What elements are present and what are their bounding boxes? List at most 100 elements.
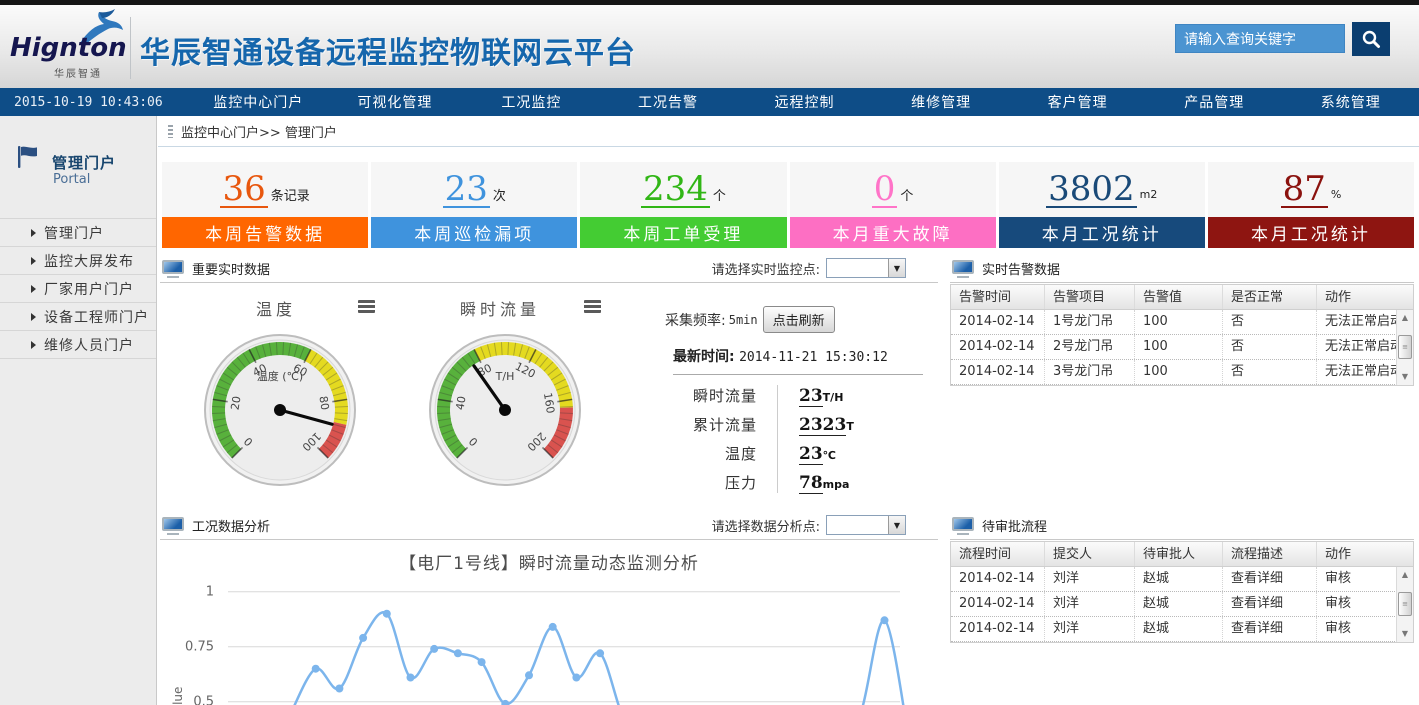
- chevron-down-icon: ▼: [888, 259, 905, 277]
- stat-unit: m2: [1140, 188, 1158, 201]
- nav-item-condition-alarm[interactable]: 工况告警: [600, 92, 737, 112]
- search-input[interactable]: [1175, 24, 1345, 53]
- nav-item-product[interactable]: 产品管理: [1146, 92, 1283, 112]
- nav-item-visualization[interactable]: 可视化管理: [327, 92, 464, 112]
- stat-value: 87: [1281, 172, 1328, 208]
- reading-label: 压力: [650, 472, 757, 493]
- arrow-right-icon: [31, 313, 36, 321]
- hamburger-menu-icon[interactable]: [584, 300, 601, 313]
- nav-item-system[interactable]: 系统管理: [1283, 92, 1419, 112]
- scroll-up-icon[interactable]: ▲: [1397, 568, 1413, 582]
- stat-unit: 个: [900, 185, 913, 204]
- analysis-point-select-label: 请选择数据分析点:: [712, 516, 820, 535]
- logo-subtext: 华辰智通: [54, 65, 102, 80]
- stat-unit: 条记录: [271, 185, 310, 204]
- divider: [673, 374, 923, 375]
- sidebar-item-label: 监控大屏发布: [44, 251, 134, 271]
- arrow-right-icon: [31, 341, 36, 349]
- column-header: 待审批人: [1135, 542, 1223, 566]
- table-scrollbar[interactable]: ▲ ≡ ▼: [1396, 567, 1413, 642]
- chevron-down-icon: ▼: [888, 516, 905, 534]
- monitor-icon: [162, 517, 184, 533]
- analysis-panel-header: 工况数据分析 请选择数据分析点: ▼: [160, 511, 938, 540]
- sidebar-subtitle: Portal: [53, 172, 90, 187]
- sidebar-item-engineer-portal[interactable]: 设备工程师门户: [0, 302, 156, 330]
- table-row[interactable]: 2014-02-14 刘洋 赵城 查看详细 审核: [951, 567, 1413, 592]
- reading-row-total-flow: 累计流量 2323T: [650, 410, 930, 439]
- stat-label-bar[interactable]: 本周工单受理: [580, 217, 786, 248]
- search-button[interactable]: [1352, 22, 1390, 56]
- scroll-down-icon[interactable]: ▼: [1397, 370, 1413, 384]
- svg-text:0.5: 0.5: [193, 695, 214, 705]
- reading-row-flow: 瞬时流量 23T/H: [650, 381, 930, 410]
- sidebar-item-label: 维修人员门户: [44, 335, 134, 355]
- logo-text: Hignton: [10, 33, 127, 63]
- nav-item-monitoring-center[interactable]: 监控中心门户: [190, 92, 327, 112]
- alarm-panel-header: 实时告警数据: [950, 254, 1414, 283]
- svg-text:40: 40: [454, 395, 469, 411]
- frequency-label: 采集频率:: [665, 310, 726, 330]
- reading-value: 23: [799, 444, 823, 465]
- readings-list: 瞬时流量 23T/H 累计流量 2323T 温度 23℃ 压力 78mpa: [650, 381, 930, 497]
- reading-value: 78: [799, 473, 823, 494]
- sidebar: 管理门户 Portal 管理门户 监控大屏发布 厂家用户门户 设备工程师门户: [0, 116, 157, 705]
- nav-item-maintenance[interactable]: 维修管理: [873, 92, 1010, 112]
- nav-item-remote-control[interactable]: 远程控制: [736, 92, 873, 112]
- navbar-timestamp: 2015-10-19 10:43:06: [0, 95, 190, 110]
- stat-cards-row: 36 条记录 本周告警数据 23 次 本周巡检漏项 234 个 本周工单受理: [162, 162, 1414, 248]
- right-section: 实时告警数据 告警时间 告警项目 告警值 是否正常 动作 2014-02-14 …: [950, 254, 1414, 705]
- column-header: 告警时间: [951, 285, 1045, 309]
- table-scrollbar[interactable]: ▲ ≡ ▼: [1396, 310, 1413, 385]
- nav-item-customer[interactable]: 客户管理: [1009, 92, 1146, 112]
- reading-row-pressure: 压力 78mpa: [650, 468, 930, 497]
- column-header: 流程描述: [1223, 542, 1317, 566]
- stat-value: 23: [443, 172, 490, 208]
- gauge-title-flow: 瞬时流量: [460, 296, 540, 320]
- monitor-point-select[interactable]: ▼: [826, 258, 906, 278]
- monitor-icon: [162, 260, 184, 276]
- stat-label-bar[interactable]: 本周巡检漏项: [371, 217, 577, 248]
- table-row[interactable]: 2014-02-14 2号龙门吊 100 否 无法正常启动: [951, 335, 1413, 360]
- table-row[interactable]: 2014-02-14 3号龙门吊 100 否 无法正常启动: [951, 360, 1413, 385]
- reading-label: 温度: [650, 443, 757, 464]
- scrollbar-thumb[interactable]: ≡: [1398, 335, 1412, 359]
- scroll-up-icon[interactable]: ▲: [1397, 311, 1413, 325]
- table-row[interactable]: 2014-02-14 1号龙门吊 100 否 无法正常启动: [951, 310, 1413, 335]
- reading-row-temperature: 温度 23℃: [650, 439, 930, 468]
- svg-text:0.75: 0.75: [185, 640, 214, 655]
- table-row[interactable]: 2014-02-14 刘洋 赵城 查看详细 审核: [951, 617, 1413, 642]
- stat-value: 3802: [1046, 172, 1137, 208]
- page-title: 华辰智通设备远程监控物联网云平台: [140, 28, 636, 72]
- stat-label-bar[interactable]: 本月工况统计: [1208, 217, 1414, 248]
- stat-card-monthly-condition-pct: 87 % 本月工况统计: [1208, 162, 1414, 248]
- scroll-down-icon[interactable]: ▼: [1397, 627, 1413, 641]
- sidebar-item-repair-portal[interactable]: 维修人员门户: [0, 330, 156, 358]
- reading-unit: ℃: [823, 449, 836, 462]
- sidebar-item-admin-portal[interactable]: 管理门户: [0, 218, 156, 246]
- panel-title: 实时告警数据: [982, 259, 1060, 278]
- nav-item-condition-monitor[interactable]: 工况监控: [463, 92, 600, 112]
- realtime-data-section: 重要实时数据 请选择实时监控点: ▼ 温度 瞬时流量 020406080100温…: [160, 254, 938, 705]
- flag-icon: [15, 144, 41, 170]
- stat-card-monthly-condition-m2: 3802 m2 本月工况统计: [999, 162, 1205, 248]
- sidebar-menu: 管理门户 监控大屏发布 厂家用户门户 设备工程师门户 维修人员门户: [0, 218, 156, 359]
- reading-value: 23: [799, 386, 823, 407]
- sidebar-item-screen-publish[interactable]: 监控大屏发布: [0, 246, 156, 274]
- sidebar-item-factory-portal[interactable]: 厂家用户门户: [0, 274, 156, 302]
- analysis-point-select[interactable]: ▼: [826, 515, 906, 535]
- refresh-button[interactable]: 点击刷新: [763, 306, 835, 333]
- logo: Hignton 华辰智通: [10, 11, 130, 83]
- table-row[interactable]: 2014-02-14 刘洋 赵城 查看详细 审核: [951, 592, 1413, 617]
- stat-card-weekly-alarms: 36 条记录 本周告警数据: [162, 162, 368, 248]
- hamburger-menu-icon[interactable]: [358, 300, 375, 313]
- page-header: Hignton 华辰智通 华辰智通设备远程监控物联网云平台: [0, 5, 1419, 88]
- arrow-right-icon: [31, 229, 36, 237]
- stat-label-bar[interactable]: 本月重大故障: [790, 217, 996, 248]
- scrollbar-thumb[interactable]: ≡: [1398, 592, 1412, 616]
- column-header: 动作: [1317, 285, 1413, 309]
- stat-label-bar[interactable]: 本周告警数据: [162, 217, 368, 248]
- chart-title: 【电厂1号线】瞬时流量动态监测分析: [160, 549, 938, 574]
- stat-label-bar[interactable]: 本月工况统计: [999, 217, 1205, 248]
- sidebar-item-label: 管理门户: [44, 223, 104, 243]
- gauge-title-temperature: 温度: [256, 296, 296, 320]
